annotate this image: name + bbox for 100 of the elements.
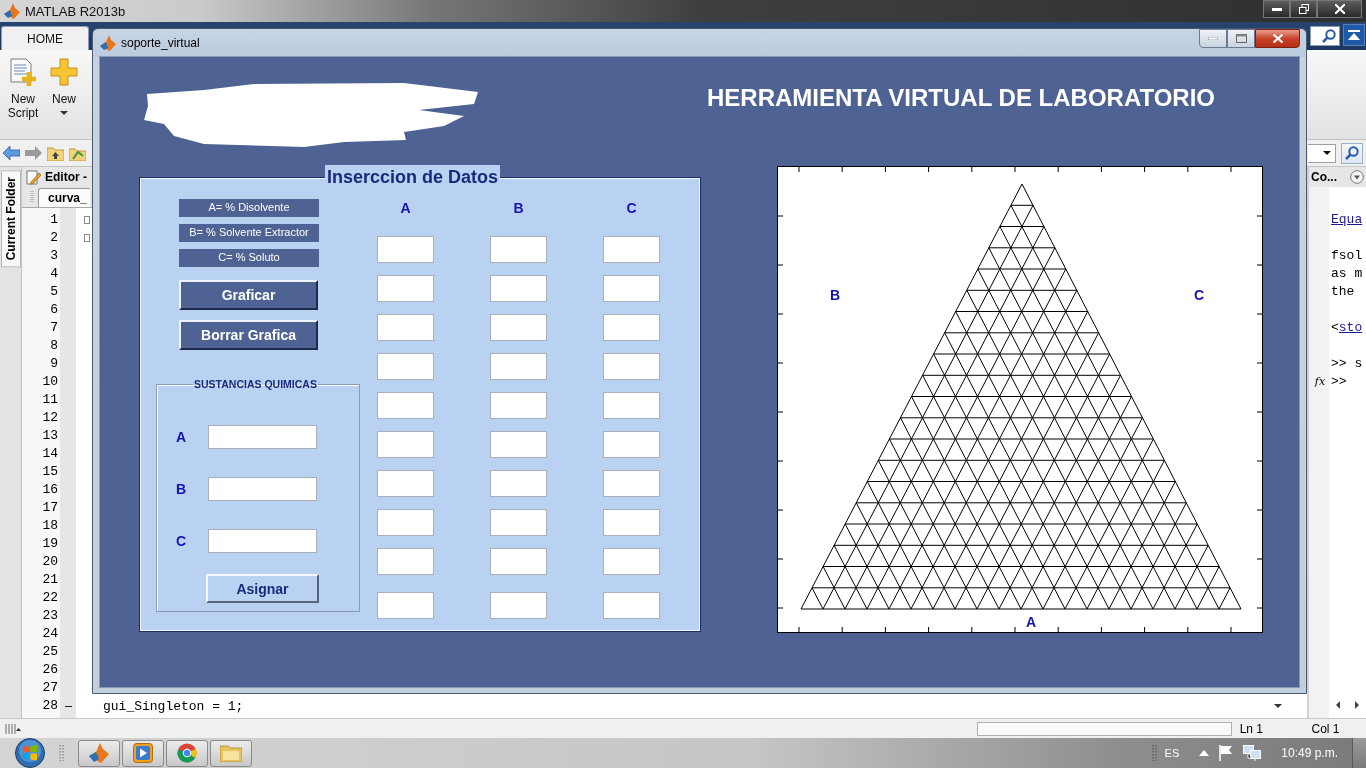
input-field[interactable] <box>377 431 434 458</box>
input-field[interactable] <box>208 477 317 501</box>
input-field[interactable] <box>490 470 547 497</box>
toolstrip-button[interactable]: New <box>46 50 82 139</box>
line-number: 9 <box>49 355 59 373</box>
search-field[interactable] <box>1310 26 1340 46</box>
maximize-button[interactable] <box>1227 29 1255 48</box>
input-field[interactable] <box>377 548 434 575</box>
input-field[interactable] <box>377 392 434 419</box>
group-title: SUSTANCIAS QUIMICAS <box>193 378 318 391</box>
line-number: 1 <box>49 211 59 229</box>
line-number: 11 <box>41 391 59 409</box>
input-field[interactable] <box>603 236 660 263</box>
input-field[interactable] <box>490 509 547 536</box>
peak-surface-icon <box>100 34 116 51</box>
minimize-icon <box>1271 7 1282 11</box>
line-number: 15 <box>41 463 59 481</box>
input-field[interactable] <box>603 548 660 575</box>
input-field[interactable] <box>603 275 660 302</box>
path-dropdown[interactable] <box>1308 143 1336 163</box>
toolstrip-button[interactable]: New Script <box>4 50 42 139</box>
show-desktop-button[interactable] <box>1352 738 1366 768</box>
play-icon <box>133 743 153 763</box>
maximize-icon <box>1235 34 1247 43</box>
network-icon[interactable] <box>1243 745 1262 761</box>
input-field[interactable] <box>377 470 434 497</box>
search-icon <box>1345 146 1359 160</box>
editor-tab[interactable]: curva_ <box>38 188 90 207</box>
restore-button[interactable] <box>1290 0 1317 18</box>
search-icon <box>1322 29 1336 43</box>
input-field[interactable] <box>490 392 547 419</box>
chevron-up-icon[interactable] <box>1199 750 1210 756</box>
forward-arrow-icon[interactable] <box>25 146 42 160</box>
start-button[interactable] <box>15 738 45 768</box>
input-field[interactable] <box>490 592 547 619</box>
back-arrow-icon[interactable] <box>3 146 20 160</box>
window-title: MATLAB R2013b <box>25 3 126 19</box>
input-field[interactable] <box>490 353 547 380</box>
output-text: < <box>1331 319 1339 335</box>
app-heading: HERRAMIENTA VIRTUAL DE LABORATORIO <box>707 84 1215 112</box>
line-number: 12 <box>41 409 59 427</box>
scroll-down-icon[interactable] <box>1274 704 1282 708</box>
input-field[interactable] <box>208 529 317 553</box>
side-tab[interactable]: Current Folder <box>1 170 21 268</box>
folder-up-icon[interactable] <box>47 145 64 161</box>
input-field[interactable] <box>208 425 317 449</box>
command-prompt[interactable]: >> <box>1331 373 1347 389</box>
input-field[interactable] <box>603 592 660 619</box>
line-number: 25 <box>41 643 59 661</box>
line-number: 2 <box>49 229 59 247</box>
link[interactable]: Equa <box>1331 211 1363 227</box>
input-field[interactable] <box>490 314 547 341</box>
action-button[interactable]: Borrar Grafica <box>179 320 318 350</box>
circle-caret-icon[interactable] <box>1350 170 1364 184</box>
collapse-button[interactable] <box>1343 23 1365 46</box>
browse-folder-icon[interactable] <box>69 145 86 161</box>
input-field[interactable] <box>490 431 547 458</box>
input-field[interactable] <box>490 275 547 302</box>
scroll-right-icon[interactable] <box>1354 701 1359 709</box>
close-button[interactable] <box>1255 29 1300 48</box>
line-number: 21 <box>41 571 59 589</box>
input-field[interactable] <box>377 509 434 536</box>
taskbar-button[interactable] <box>210 739 252 767</box>
input-field[interactable] <box>490 548 547 575</box>
input-field[interactable] <box>377 592 434 619</box>
taskbar-button[interactable] <box>78 739 120 767</box>
legend-label: C= % Soluto <box>179 249 319 267</box>
caret-icon <box>1323 151 1331 155</box>
search-button[interactable] <box>1341 142 1363 164</box>
peak-surface-icon <box>89 743 109 763</box>
function-marker[interactable]: fx <box>1314 374 1326 388</box>
column-header: C <box>626 199 637 217</box>
scroll-left-icon[interactable] <box>1336 701 1341 709</box>
input-field[interactable] <box>603 314 660 341</box>
input-field[interactable] <box>377 275 434 302</box>
assign-button[interactable]: Asignar <box>206 574 319 603</box>
output-text: the <box>1331 283 1355 299</box>
clock[interactable]: 10:49 p.m. <box>1281 746 1338 760</box>
link[interactable]: sto <box>1338 319 1363 335</box>
input-field[interactable] <box>377 236 434 263</box>
output-text: fsol <box>1331 247 1363 263</box>
minimize-button[interactable] <box>1263 0 1290 18</box>
fold-marker-icon[interactable] <box>84 234 90 242</box>
input-field[interactable] <box>603 353 660 380</box>
taskbar-button[interactable] <box>166 739 208 767</box>
input-field[interactable] <box>603 470 660 497</box>
input-field[interactable] <box>603 392 660 419</box>
input-field[interactable] <box>377 314 434 341</box>
taskbar-button[interactable] <box>122 739 164 767</box>
fold-marker-icon[interactable] <box>84 216 90 224</box>
close-button[interactable] <box>1317 0 1362 18</box>
ribbon-tab[interactable]: HOME <box>1 26 89 50</box>
restore-icon <box>1298 4 1309 14</box>
flag-icon[interactable] <box>1219 745 1234 761</box>
input-field[interactable] <box>603 431 660 458</box>
input-field[interactable] <box>490 236 547 263</box>
action-button[interactable]: Graficar <box>179 280 318 310</box>
input-field[interactable] <box>377 353 434 380</box>
input-field[interactable] <box>603 509 660 536</box>
line-number: 26 <box>41 661 59 679</box>
